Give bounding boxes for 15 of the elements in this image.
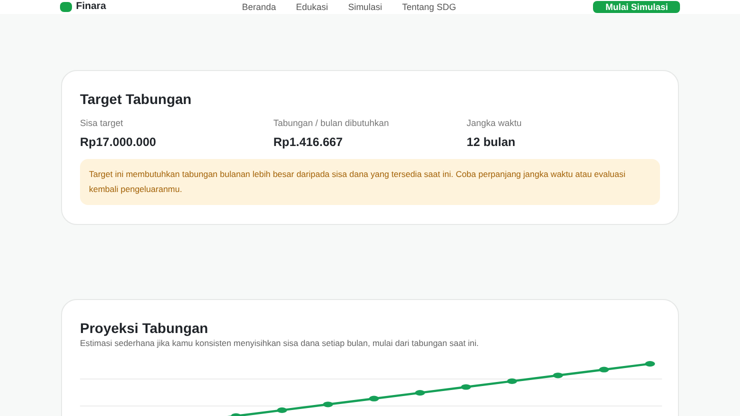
nav-link[interactable]: Tentang SDG — [402, 2, 456, 12]
card-title: Target Tabungan — [80, 90, 192, 108]
stat-value: 12 bulan — [466, 134, 516, 150]
warning-message: Target ini membutuhkan tabungan bulanan lebih besar daripada sisa dana yang tersedia saat ini. Coba perpanjang jangka waktu atau evaluasi kembali pengeluaranmu. — [80, 159, 660, 205]
nav-link[interactable]: Beranda — [242, 2, 276, 12]
nav-link[interactable]: Edukasi — [296, 2, 328, 12]
stat-label: Tabungan / bulan dibutuhkan — [273, 117, 390, 129]
stat-value: Rp1.416.667 — [273, 134, 344, 150]
card-title: Proyeksi Tabungan — [80, 319, 210, 337]
nav-link[interactable]: Simulasi — [348, 2, 382, 12]
card-subtitle: Estimasi sederhana jika kamu konsisten menyisihkan sisa dana setiap bulan, mulai dari tabungan saat ini. — [80, 337, 480, 349]
brand-name: Finara — [76, 2, 106, 12]
stat-label: Jangka waktu — [466, 117, 523, 129]
stat-value: Rp17.000.000 — [80, 134, 158, 150]
stat-label: Sisa target — [80, 117, 124, 129]
